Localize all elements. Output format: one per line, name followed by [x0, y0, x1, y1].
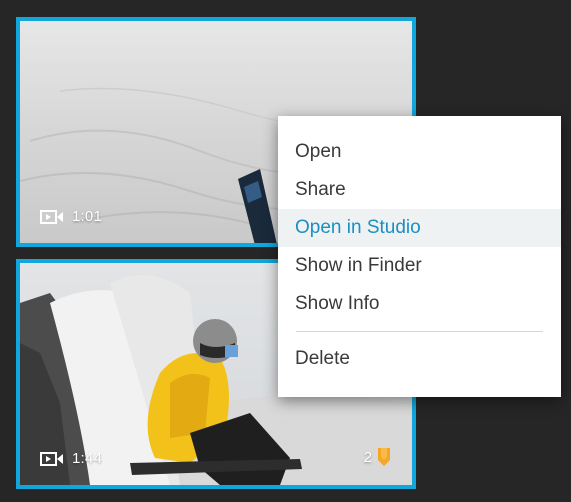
duration-label: 1:44: [72, 450, 102, 467]
hilight-tag-icon: [378, 448, 390, 466]
video-camera-icon: [40, 451, 63, 466]
menu-item-show-info[interactable]: Show Info: [278, 285, 561, 323]
menu-item-open[interactable]: Open: [278, 133, 561, 171]
menu-divider: [296, 331, 543, 332]
menu-item-share[interactable]: Share: [278, 171, 561, 209]
menu-item-show-in-finder[interactable]: Show in Finder: [278, 247, 561, 285]
video-camera-icon: [40, 209, 63, 224]
media-library-grid: 1:01 1:44 2 Open Share Open in Studio Sh…: [0, 0, 571, 502]
context-menu: Open Share Open in Studio Show in Finder…: [278, 116, 561, 397]
video-duration: 1:01: [40, 208, 102, 225]
menu-item-delete[interactable]: Delete: [278, 340, 561, 378]
duration-label: 1:01: [72, 208, 102, 225]
video-duration: 1:44: [40, 450, 102, 467]
hilight-count: 2: [363, 448, 372, 466]
hilight-count-badge: 2: [364, 447, 392, 467]
menu-item-open-in-studio[interactable]: Open in Studio: [278, 209, 561, 247]
